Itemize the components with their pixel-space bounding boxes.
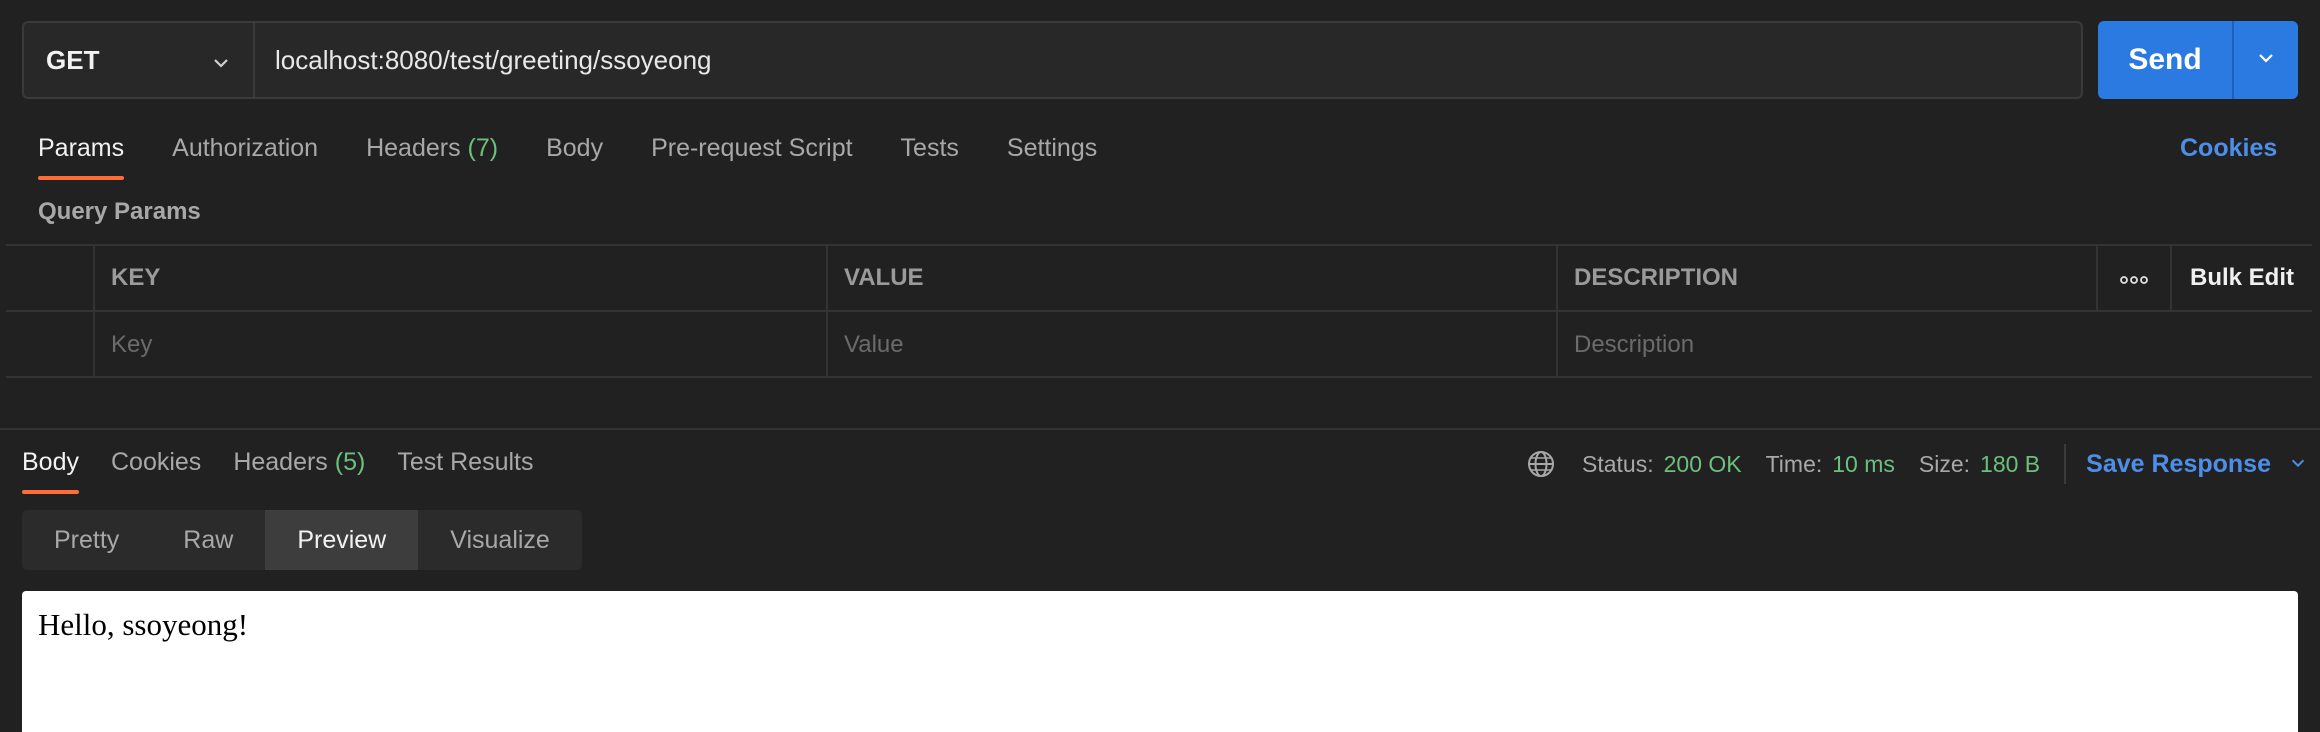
tab-settings[interactable]: Settings: [1007, 128, 1097, 180]
url-input[interactable]: localhost:8080/test/greeting/ssoyeong: [255, 23, 2081, 97]
description-column-header: DESCRIPTION: [1558, 246, 2098, 310]
globe-icon[interactable]: [1526, 449, 1556, 479]
description-input[interactable]: Description: [1558, 312, 2312, 378]
row-checkbox-cell: [6, 312, 95, 378]
status-value[interactable]: 200 OK: [1664, 451, 1742, 478]
query-params-title: Query Params: [38, 198, 201, 225]
time-value[interactable]: 10 ms: [1832, 451, 1895, 478]
key-column-header: KEY: [95, 246, 828, 310]
headers-count: (7): [467, 134, 499, 162]
chevron-down-icon: [211, 49, 231, 80]
tab-authorization[interactable]: Authorization: [172, 128, 318, 180]
tab-params[interactable]: Params: [38, 128, 125, 180]
response-tabs: Body Cookies Headers (5) Test Results: [22, 442, 566, 494]
response-status-bar: Status: 200 OK Time: 10 ms Size: 180 B S…: [1526, 444, 2307, 484]
send-button[interactable]: Send: [2098, 21, 2232, 99]
request-tabs: Params Authorization Headers (7) Body Pr…: [38, 128, 1145, 180]
status-label: Status:: [1582, 450, 1654, 477]
tab-headers[interactable]: Headers (7): [366, 128, 498, 180]
bulk-edit-button[interactable]: Bulk Edit: [2172, 246, 2312, 310]
value-input[interactable]: Value: [828, 312, 1558, 378]
tab-test-results[interactable]: Test Results: [397, 442, 533, 494]
more-horizontal-icon: [2120, 264, 2148, 292]
view-mode-visualize[interactable]: Visualize: [418, 510, 582, 570]
tab-response-headers[interactable]: Headers (5): [233, 442, 365, 494]
send-button-group: Send: [2098, 21, 2298, 99]
tab-pre-request-script[interactable]: Pre-request Script: [651, 128, 852, 180]
url-bar: GET localhost:8080/test/greeting/ssoyeon…: [22, 21, 2083, 99]
tab-response-body[interactable]: Body: [22, 442, 79, 494]
save-response-button[interactable]: Save Response: [2086, 450, 2307, 479]
time-label: Time:: [1765, 450, 1823, 477]
view-mode-raw[interactable]: Raw: [151, 510, 265, 570]
table-row: Key Value Description: [6, 312, 2312, 378]
row-checkbox-column: [6, 246, 95, 310]
key-input[interactable]: Key: [95, 312, 828, 378]
cookies-link[interactable]: Cookies: [2180, 128, 2277, 168]
value-column-header: VALUE: [828, 246, 1558, 310]
method-select[interactable]: GET: [24, 23, 255, 97]
response-preview: Hello, ssoyeong!: [22, 591, 2298, 732]
more-options-button[interactable]: [2098, 246, 2172, 310]
postman-request-panel: GET localhost:8080/test/greeting/ssoyeon…: [0, 0, 2320, 732]
query-params-table: KEY VALUE DESCRIPTION Bulk Edit Key Valu…: [6, 244, 2312, 378]
chevron-down-icon: [2256, 48, 2276, 73]
view-mode-selector: Pretty Raw Preview Visualize: [22, 510, 582, 570]
size-label: Size:: [1918, 450, 1971, 477]
status-separator: [2064, 444, 2067, 484]
method-label: GET: [46, 44, 100, 75]
table-header-row: KEY VALUE DESCRIPTION Bulk Edit: [6, 246, 2312, 312]
tab-body[interactable]: Body: [546, 128, 603, 180]
response-headers-count: (5): [334, 448, 366, 476]
chevron-down-icon: [2289, 450, 2307, 479]
size-value[interactable]: 180 B: [1980, 451, 2040, 478]
send-options-button[interactable]: [2232, 21, 2298, 99]
preview-text: Hello, ssoyeong!: [38, 607, 249, 642]
view-mode-pretty[interactable]: Pretty: [22, 510, 151, 570]
tab-tests[interactable]: Tests: [901, 128, 959, 180]
panel-divider[interactable]: [0, 428, 2320, 430]
tab-response-cookies[interactable]: Cookies: [111, 442, 201, 494]
view-mode-preview[interactable]: Preview: [265, 510, 419, 570]
